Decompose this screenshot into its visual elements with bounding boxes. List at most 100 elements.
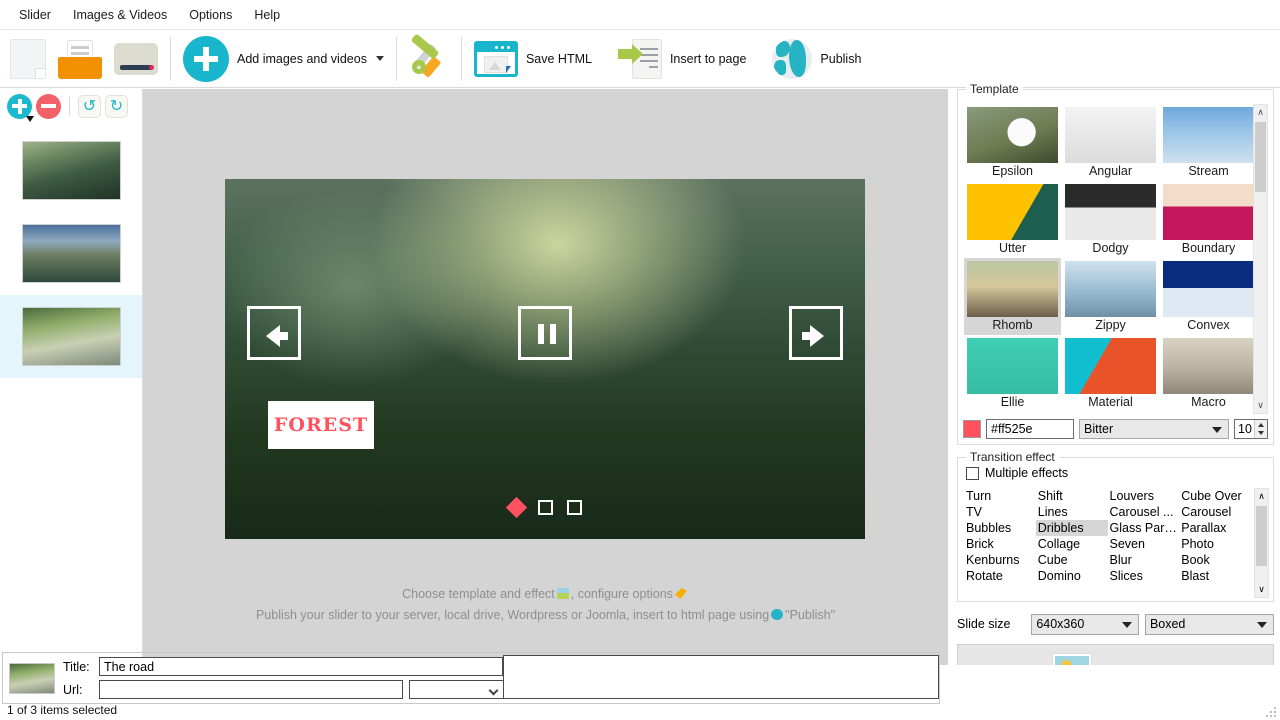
- url-input[interactable]: [99, 680, 403, 699]
- template-item-utter[interactable]: Utter: [964, 181, 1061, 258]
- browser-image-icon: [474, 41, 518, 77]
- next-slide-button[interactable]: [789, 306, 843, 360]
- save-drive-icon: [114, 39, 158, 79]
- publish-button[interactable]: Publish: [766, 34, 867, 84]
- list-item[interactable]: [0, 212, 142, 295]
- scroll-down-button[interactable]: ∨: [1254, 398, 1267, 413]
- slide-size-value: 640x360: [1036, 617, 1084, 631]
- options-icon: [675, 588, 687, 599]
- template-item-material[interactable]: Material: [1062, 335, 1159, 412]
- effect-item[interactable]: Lines: [1036, 504, 1108, 520]
- scrollbar-thumb[interactable]: [1255, 122, 1266, 192]
- template-item-angular[interactable]: Angular: [1062, 104, 1159, 181]
- effect-item[interactable]: Blast: [1179, 568, 1251, 584]
- template-item-epsilon[interactable]: Epsilon: [964, 104, 1061, 181]
- scroll-up-button[interactable]: ∧: [1254, 105, 1267, 120]
- font-size-spinner[interactable]: [1254, 420, 1267, 438]
- list-item[interactable]: [0, 129, 142, 212]
- font-family-select[interactable]: Bitter: [1079, 419, 1229, 439]
- scroll-up-button[interactable]: ∧: [1255, 489, 1268, 504]
- effect-item[interactable]: Cube Over: [1179, 488, 1251, 504]
- effect-item[interactable]: Rotate: [964, 568, 1036, 584]
- prev-slide-button[interactable]: [247, 306, 301, 360]
- effect-item[interactable]: Cube: [1036, 552, 1108, 568]
- scroll-down-button[interactable]: ∨: [1255, 582, 1268, 597]
- bullet-active[interactable]: [505, 497, 526, 518]
- tools-button[interactable]: [403, 34, 455, 84]
- template-label: Macro: [1160, 394, 1257, 411]
- add-images-label: Add images and videos: [237, 52, 367, 66]
- effect-item[interactable]: Photo: [1179, 536, 1251, 552]
- effect-item[interactable]: Seven: [1108, 536, 1180, 552]
- play-pause-button[interactable]: [518, 306, 572, 360]
- effect-item[interactable]: Shift: [1036, 488, 1108, 504]
- save-html-button[interactable]: Save HTML: [468, 34, 598, 84]
- effect-item[interactable]: Dribbles: [1036, 520, 1108, 536]
- list-item-selected[interactable]: [0, 295, 142, 378]
- effect-item[interactable]: Louvers: [1108, 488, 1180, 504]
- template-item-dodgy[interactable]: Dodgy: [1062, 181, 1159, 258]
- hint-line2-b: "Publish": [785, 608, 835, 622]
- slide-fit-select[interactable]: Boxed: [1145, 614, 1274, 635]
- slide-size-select[interactable]: 640x360: [1031, 614, 1139, 635]
- effect-item[interactable]: TV: [964, 504, 1036, 520]
- template-thumbnail: [1163, 184, 1254, 240]
- color-swatch-button[interactable]: [963, 420, 981, 438]
- insert-to-page-button[interactable]: Insert to page: [612, 34, 752, 84]
- transition-effect-group: Transition effect Multiple effects TurnS…: [957, 457, 1274, 602]
- new-project-button[interactable]: [0, 34, 52, 84]
- bullet[interactable]: [538, 500, 553, 515]
- rotate-left-button[interactable]: ↺: [78, 95, 101, 118]
- template-item-convex[interactable]: Convex: [1160, 258, 1257, 335]
- add-slide-button[interactable]: [7, 94, 32, 119]
- resize-grip[interactable]: [1263, 704, 1276, 717]
- template-item-rhomb[interactable]: Rhomb: [964, 258, 1061, 335]
- template-label: Utter: [964, 240, 1061, 257]
- template-item-stream[interactable]: Stream: [1160, 104, 1257, 181]
- toolbar-separator-1: [170, 37, 171, 81]
- add-images-and-videos-button[interactable]: Add images and videos: [177, 34, 390, 84]
- bullet[interactable]: [567, 500, 582, 515]
- effect-item[interactable]: Carousel ...: [1108, 504, 1180, 520]
- font-size-stepper[interactable]: 10: [1234, 419, 1268, 439]
- chevron-down-icon[interactable]: [376, 56, 384, 61]
- menu-item-slider[interactable]: Slider: [8, 4, 62, 26]
- effect-item[interactable]: Brick: [964, 536, 1036, 552]
- effect-item[interactable]: Blur: [1108, 552, 1180, 568]
- template-item-ellie[interactable]: Ellie: [964, 335, 1061, 412]
- effect-item[interactable]: Turn: [964, 488, 1036, 504]
- menu-item-images-videos[interactable]: Images & Videos: [62, 4, 178, 26]
- template-label: Boundary: [1160, 240, 1257, 257]
- title-input[interactable]: [99, 657, 503, 676]
- effect-item[interactable]: Parallax: [1179, 520, 1251, 536]
- effect-item[interactable]: Glass Para...: [1108, 520, 1180, 536]
- template-item-macro[interactable]: Macro: [1160, 335, 1257, 412]
- effect-item[interactable]: Slices: [1108, 568, 1180, 584]
- multiple-effects-checkbox[interactable]: Multiple effects: [966, 466, 1068, 480]
- remove-slide-button[interactable]: [36, 94, 61, 119]
- description-textarea[interactable]: [503, 655, 939, 699]
- effect-item[interactable]: Collage: [1036, 536, 1108, 552]
- open-project-button[interactable]: [52, 34, 108, 84]
- effect-item[interactable]: Book: [1179, 552, 1251, 568]
- menu-item-options[interactable]: Options: [178, 4, 243, 26]
- template-item-boundary[interactable]: Boundary: [1160, 181, 1257, 258]
- chevron-down-icon: [1212, 427, 1222, 433]
- template-item-zippy[interactable]: Zippy: [1062, 258, 1159, 335]
- preview-area: FOREST Choose template and effect, confi…: [143, 89, 948, 665]
- effect-item[interactable]: Bubbles: [964, 520, 1036, 536]
- url-target-select[interactable]: [409, 680, 505, 699]
- template-label: Epsilon: [964, 163, 1061, 180]
- color-hex-input[interactable]: [986, 419, 1074, 439]
- effect-item[interactable]: Domino: [1036, 568, 1108, 584]
- effect-item[interactable]: Carousel: [1179, 504, 1251, 520]
- scrollbar-thumb[interactable]: [1256, 506, 1267, 566]
- menu-item-help[interactable]: Help: [243, 4, 291, 26]
- save-html-label: Save HTML: [526, 52, 592, 66]
- effect-item[interactable]: Kenburns: [964, 552, 1036, 568]
- rotate-right-button[interactable]: ↻: [105, 95, 128, 118]
- effects-scrollbar[interactable]: ∧ ∨: [1254, 488, 1269, 598]
- template-scrollbar[interactable]: ∧ ∨: [1253, 104, 1268, 414]
- menu-bar: Slider Images & Videos Options Help: [0, 0, 1280, 30]
- save-project-button[interactable]: [108, 34, 164, 84]
